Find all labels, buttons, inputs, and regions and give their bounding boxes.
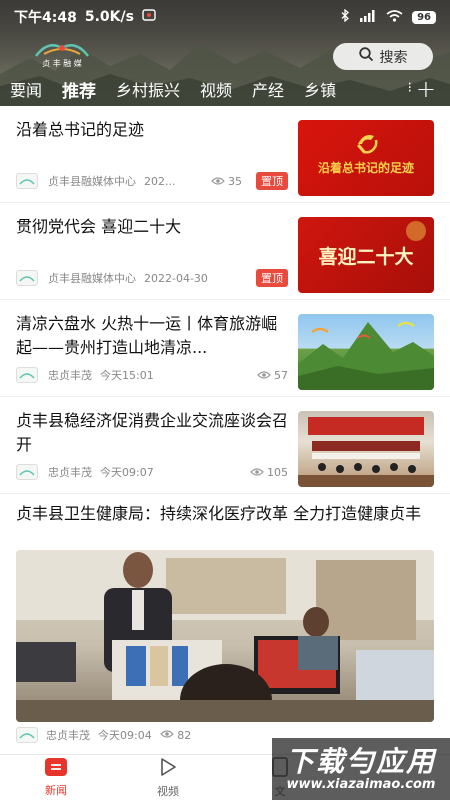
watermark: 下载勻应用 www.xiazaimao.com (272, 738, 450, 800)
search-icon (358, 47, 374, 66)
news-icon (45, 757, 67, 780)
add-channel-button[interactable]: + (416, 74, 436, 104)
pinned-badge: 置顶 (256, 172, 288, 190)
wifi-icon (386, 9, 403, 25)
news-item[interactable]: 沿着总书记的足迹 贞丰县融媒体中心 202... 35 置顶 沿着总书记的足迹 (0, 106, 450, 203)
eye-icon (250, 468, 264, 476)
search-button[interactable]: 搜索 (333, 43, 433, 70)
signal-icon (359, 9, 377, 25)
news-date: 今天09:07 (100, 466, 154, 479)
view-count: 82 (159, 728, 192, 742)
source-logo-icon (16, 173, 38, 189)
news-date: 今天09:04 (98, 729, 152, 742)
source-logo-icon (16, 727, 38, 743)
news-title: 贞丰县卫生健康局：持续深化医疗改革 全力打造健康贞丰 (16, 504, 422, 523)
view-count: 57 (257, 369, 288, 382)
news-item[interactable]: 清凉六盘水 火热十一运丨体育旅游崛起——贵州打造山地清凉... 忠贞丰茂 今天1… (0, 300, 450, 397)
news-source: 忠贞丰茂 (48, 466, 92, 479)
play-icon (158, 757, 178, 781)
news-item[interactable]: 贯彻党代会 喜迎二十大 贞丰县融媒体中心 2022-04-30 置顶 喜迎二十大 (0, 203, 450, 300)
source-logo-icon (16, 367, 38, 383)
eye-icon (159, 729, 174, 738)
watermark-url: www.xiazaimao.com (286, 776, 436, 792)
view-count: 35 (211, 175, 242, 188)
tab-tuijian[interactable]: 推荐 (62, 77, 96, 102)
news-thumbnail (298, 314, 434, 390)
thumbnail-text: 喜迎二十大 (318, 245, 413, 268)
news-meta: 忠贞丰茂 今天15:01 57 (16, 366, 288, 384)
app-logo: 贞 丰 融 媒 (26, 38, 98, 68)
search-label: 搜索 (379, 49, 408, 66)
header: 下午4:48 5.0K/s 96 贞 丰 融 媒 搜索 要闻 推荐 乡村振兴 视… (0, 0, 450, 106)
tab-xiangcun[interactable]: 乡村振兴 (116, 77, 180, 101)
svg-text:贞 丰 融 媒: 贞 丰 融 媒 (42, 58, 82, 68)
bluetooth-icon (341, 8, 350, 25)
news-date: 202... (144, 174, 176, 188)
view-count: 105 (250, 466, 288, 479)
eye-icon (211, 177, 225, 185)
news-meta: 忠贞丰茂 今天09:07 105 (16, 463, 288, 481)
news-meta: 贞丰县融媒体中心 2022-04-30 置顶 (16, 269, 288, 287)
status-bar: 下午4:48 5.0K/s 96 (0, 0, 450, 34)
news-source: 贞丰县融媒体中心 (48, 272, 136, 285)
news-title: 贞丰县稳经济促消费企业交流座谈会召开 (16, 411, 288, 454)
news-title: 清凉六盘水 火热十一运丨体育旅游崛起——贵州打造山地清凉... (16, 314, 278, 357)
view-count-value: 105 (267, 465, 288, 479)
network-speed: 5.0K/s (84, 9, 134, 25)
news-date: 今天15:01 (100, 369, 154, 382)
news-source: 忠贞丰茂 (46, 729, 90, 742)
watermark-title: 下载勻应用 (285, 744, 436, 778)
news-item[interactable]: 贞丰县稳经济促消费企业交流座谈会召开 忠贞丰茂 今天09:07 105 (0, 397, 450, 494)
battery-indicator: 96 (412, 10, 436, 24)
source-logo-icon (16, 464, 38, 480)
tab-chanjing[interactable]: 产经 (252, 77, 284, 101)
view-count-value: 82 (177, 728, 192, 742)
news-date: 2022-04-30 (144, 271, 208, 285)
news-image (16, 550, 434, 722)
view-count-value: 35 (228, 174, 242, 188)
featured-news-item[interactable]: 贞丰县卫生健康局：持续深化医疗改革 全力打造健康贞丰 忠贞丰茂 今天09:04 … (0, 494, 450, 754)
status-icons: 96 (341, 8, 436, 25)
news-title: 沿着总书记的足迹 (16, 120, 145, 139)
news-thumbnail (298, 411, 434, 487)
news-thumbnail: 沿着总书记的足迹 (298, 120, 434, 196)
thumbnail-text: 沿着总书记的足迹 (317, 160, 414, 175)
nav-news[interactable]: 新闻 (0, 755, 112, 800)
tab-xiangzhen[interactable]: 乡镇 (304, 77, 336, 101)
source-logo-icon (16, 270, 38, 286)
news-source: 贞丰县融媒体中心 (48, 175, 136, 188)
eye-icon (257, 371, 271, 379)
category-tabs: 要闻 推荐 乡村振兴 视频 产经 乡镇 ⁝ + (0, 74, 450, 104)
tab-shipin[interactable]: 视频 (200, 77, 232, 101)
view-count-value: 57 (274, 368, 288, 382)
tab-yaowen[interactable]: 要闻 (10, 77, 42, 101)
nav-news-label: 新闻 (45, 783, 67, 797)
pinned-badge: 置顶 (256, 269, 288, 287)
news-thumbnail: 喜迎二十大 (298, 217, 434, 293)
news-meta: 贞丰县融媒体中心 202... 35 置顶 (16, 172, 288, 190)
more-tabs-icon[interactable]: ⁝ (408, 80, 412, 96)
news-feed[interactable]: 沿着总书记的足迹 贞丰县融媒体中心 202... 35 置顶 沿着总书记的足迹 (0, 106, 450, 754)
nav-video-label: 视频 (157, 784, 179, 798)
news-title: 贯彻党代会 喜迎二十大 (16, 217, 182, 236)
notification-icon (142, 9, 156, 25)
status-time: 下午4:48 (14, 10, 77, 26)
news-source: 忠贞丰茂 (48, 369, 92, 382)
nav-video[interactable]: 视频 (112, 755, 224, 800)
